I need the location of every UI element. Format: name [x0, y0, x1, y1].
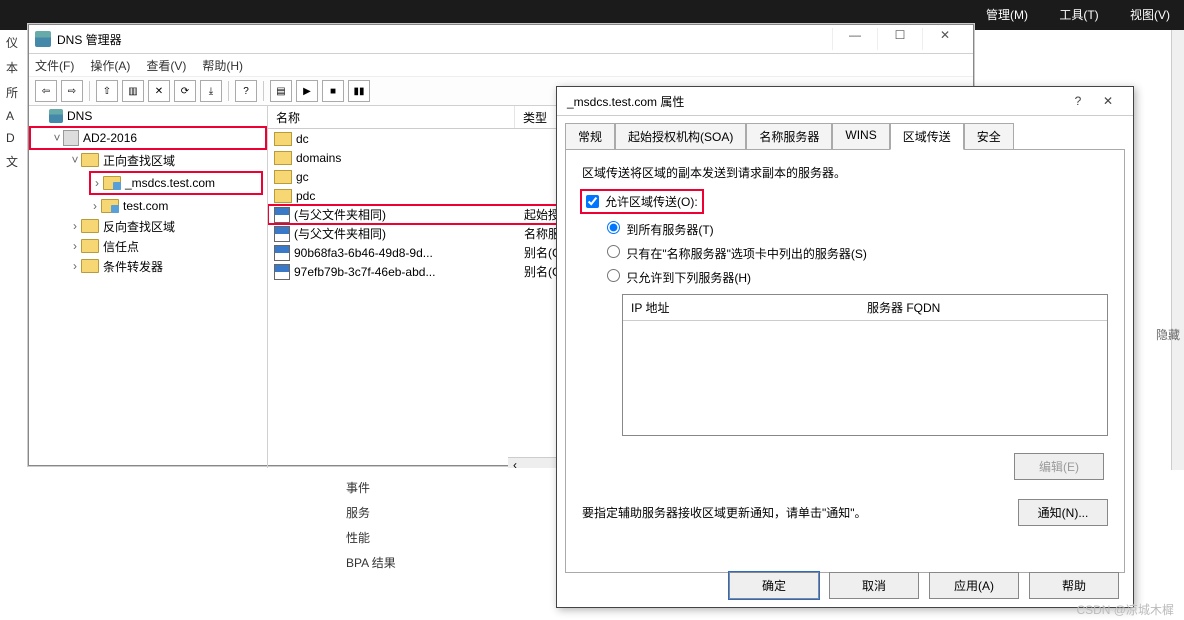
- folder-icon: [81, 153, 99, 167]
- tab-zone-transfer[interactable]: 区域传送: [890, 123, 964, 150]
- folder-icon: [274, 189, 292, 203]
- zone-icon: [101, 199, 119, 213]
- help-button[interactable]: ?: [1063, 94, 1093, 108]
- cancel-button[interactable]: 取消: [829, 572, 919, 599]
- zone-properties-dialog: _msdcs.test.com 属性 ? ✕ 常规 起始授权机构(SOA) 名称…: [556, 86, 1134, 608]
- menu-help[interactable]: 帮助(H): [202, 57, 243, 74]
- refresh-icon[interactable]: ⟳: [174, 80, 196, 102]
- record-icon: [274, 264, 290, 280]
- dialog-title: _msdcs.test.com 属性: [567, 93, 1063, 110]
- background-scrollbar[interactable]: [1171, 30, 1184, 470]
- tree-reverse-lookup[interactable]: ›反向查找区域: [29, 216, 267, 236]
- back-icon[interactable]: ⇦: [35, 80, 57, 102]
- delete-icon[interactable]: ✕: [148, 80, 170, 102]
- pause-icon[interactable]: ▮▮: [348, 80, 370, 102]
- bg-menu-tools[interactable]: 工具(T): [1045, 0, 1112, 29]
- run-icon[interactable]: ▶: [296, 80, 318, 102]
- separator: [228, 81, 229, 101]
- radio-all-servers[interactable]: 到所有服务器(T): [602, 218, 1108, 238]
- folder-icon: [274, 151, 292, 165]
- dialog-buttons: 确定 取消 应用(A) 帮助: [557, 572, 1133, 599]
- watermark: CSDN @凉城木樨: [1076, 601, 1174, 618]
- record-icon: [274, 226, 290, 242]
- record-icon: [274, 207, 290, 223]
- tab-soa[interactable]: 起始授权机构(SOA): [615, 123, 746, 150]
- background-left-truncated: 仪本所 AD文: [0, 30, 26, 470]
- tree-root-dns[interactable]: DNS: [29, 106, 267, 126]
- tree-zone-msdcs[interactable]: ›_msdcs.test.com: [89, 171, 263, 195]
- tab-ns[interactable]: 名称服务器: [746, 123, 832, 150]
- menubar: 文件(F) 操作(A) 查看(V) 帮助(H): [29, 54, 973, 77]
- help-icon[interactable]: ?: [235, 80, 257, 102]
- col-ip: IP 地址: [623, 295, 859, 320]
- server-list: IP 地址 服务器 FQDN: [622, 294, 1108, 436]
- stop-icon[interactable]: ■: [322, 80, 344, 102]
- col-name[interactable]: 名称: [268, 106, 515, 128]
- tab-wins[interactable]: WINS: [832, 123, 889, 150]
- allow-checkbox-input[interactable]: [586, 195, 599, 208]
- folder-icon: [81, 239, 99, 253]
- tree-server[interactable]: ˅AD2-2016: [29, 126, 267, 150]
- zone-icon: [103, 176, 121, 190]
- tree-conditional-forwarders[interactable]: ›条件转发器: [29, 256, 267, 276]
- apply-button[interactable]: 应用(A): [929, 572, 1019, 599]
- forward-icon[interactable]: ⇨: [61, 80, 83, 102]
- up-icon[interactable]: ⇧: [96, 80, 118, 102]
- bg-menu-view[interactable]: 视图(V): [1116, 0, 1184, 29]
- description: 区域传送将区域的副本发送到请求副本的服务器。: [582, 164, 1108, 181]
- tree-zone-test[interactable]: ›test.com: [29, 196, 267, 216]
- tree-trust-points[interactable]: ›信任点: [29, 236, 267, 256]
- help-button[interactable]: 帮助: [1029, 572, 1119, 599]
- close-button[interactable]: ✕: [922, 28, 967, 50]
- notify-text: 要指定辅助服务器接收区域更新通知，请单击"通知"。: [582, 504, 867, 521]
- ok-button[interactable]: 确定: [729, 572, 819, 599]
- tab-security[interactable]: 安全: [964, 123, 1014, 150]
- close-button[interactable]: ✕: [1093, 94, 1123, 108]
- allow-zone-transfer-checkbox[interactable]: 允许区域传送(O):: [582, 191, 702, 212]
- notify-button[interactable]: 通知(N)...: [1018, 499, 1108, 526]
- edit-button: 编辑(E): [1014, 453, 1104, 480]
- hidden-label: 隐藏: [1156, 326, 1180, 343]
- link-events[interactable]: 事件: [346, 475, 396, 500]
- maximize-button[interactable]: ☐: [877, 28, 922, 50]
- col-fqdn: 服务器 FQDN: [859, 295, 948, 320]
- link-bpa[interactable]: BPA 结果: [346, 550, 396, 575]
- menu-action[interactable]: 操作(A): [90, 57, 130, 74]
- tree-pane[interactable]: DNS ˅AD2-2016 ˅正向查找区域 ›_msdcs.test.com ›…: [29, 106, 268, 468]
- background-side-links: 事件 服务 性能 BPA 结果: [346, 475, 396, 575]
- tab-body: 区域传送将区域的副本发送到请求副本的服务器。 允许区域传送(O): 到所有服务器…: [565, 149, 1125, 573]
- folder-icon: [81, 219, 99, 233]
- tree-forward-lookup[interactable]: ˅正向查找区域: [29, 150, 267, 170]
- show-icon[interactable]: ▥: [122, 80, 144, 102]
- window-title: DNS 管理器: [57, 31, 826, 48]
- tab-general[interactable]: 常规: [565, 123, 615, 150]
- folder-icon: [81, 259, 99, 273]
- link-performance[interactable]: 性能: [346, 525, 396, 550]
- folder-icon: [274, 132, 292, 146]
- link-services[interactable]: 服务: [346, 500, 396, 525]
- folder-icon: [274, 170, 292, 184]
- radio-group: 到所有服务器(T) 只有在"名称服务器"选项卡中列出的服务器(S) 只允许到下列…: [602, 218, 1108, 286]
- record-icon: [274, 245, 290, 261]
- separator: [263, 81, 264, 101]
- filter-icon[interactable]: ▤: [270, 80, 292, 102]
- menu-view[interactable]: 查看(V): [146, 57, 186, 74]
- separator: [89, 81, 90, 101]
- dialog-titlebar: _msdcs.test.com 属性 ? ✕: [557, 87, 1133, 116]
- dns-icon: [35, 31, 51, 47]
- radio-ns-tab-servers[interactable]: 只有在"名称服务器"选项卡中列出的服务器(S): [602, 242, 1108, 262]
- titlebar: DNS 管理器 — ☐ ✕: [29, 25, 973, 54]
- server-icon: [63, 130, 79, 146]
- export-icon[interactable]: ⤓: [200, 80, 222, 102]
- radio-listed-servers[interactable]: 只允许到下列服务器(H): [602, 266, 1108, 286]
- minimize-button[interactable]: —: [832, 28, 877, 50]
- tabstrip: 常规 起始授权机构(SOA) 名称服务器 WINS 区域传送 安全: [557, 116, 1133, 149]
- menu-file[interactable]: 文件(F): [35, 57, 74, 74]
- bg-menu-manage[interactable]: 管理(M): [972, 0, 1042, 29]
